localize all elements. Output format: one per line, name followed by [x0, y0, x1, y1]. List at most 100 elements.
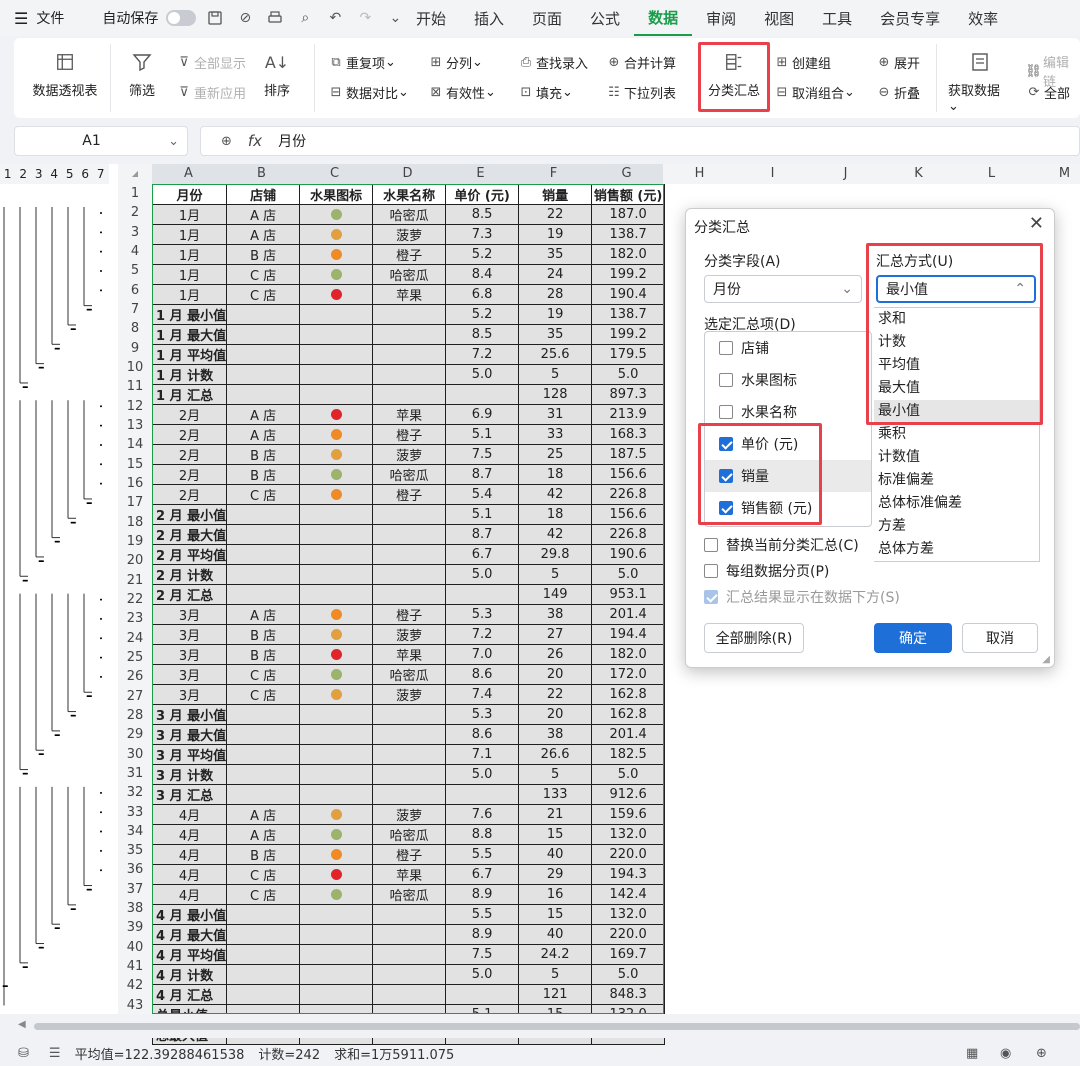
tab-6[interactable]: 视图 — [750, 0, 808, 36]
table-cell[interactable] — [299, 584, 374, 605]
table-cell[interactable]: 4 月 最大值 — [151, 924, 228, 945]
table-cell[interactable]: C 店 — [226, 664, 301, 685]
file-menu[interactable]: 文件 — [36, 8, 64, 28]
table-cell[interactable]: 4月 — [151, 804, 228, 825]
table-cell[interactable] — [299, 764, 374, 785]
table-cell[interactable]: 7.1 — [445, 744, 520, 765]
table-cell[interactable]: 29 — [518, 864, 593, 885]
row-header[interactable]: 17 — [118, 493, 152, 513]
table-cell[interactable] — [372, 344, 447, 365]
tab-9[interactable]: 效率 — [954, 0, 1012, 36]
sort-button[interactable]: A↓ 排序 — [260, 52, 294, 100]
split-button[interactable]: ⊞ 分列 ⌄ — [426, 52, 483, 72]
collapse-button[interactable]: ⊖ 折叠 — [874, 82, 920, 102]
item-option[interactable]: 店铺 — [705, 332, 871, 364]
fruit-icon-cell[interactable] — [299, 444, 374, 465]
table-cell[interactable]: 201.4 — [591, 604, 666, 625]
table-cell[interactable] — [299, 904, 374, 925]
table-cell[interactable]: B 店 — [226, 444, 301, 465]
table-cell[interactable]: 6.8 — [445, 284, 520, 305]
table-cell[interactable]: 18 — [518, 464, 593, 485]
table-cell[interactable]: 194.4 — [591, 624, 666, 645]
col-header-E[interactable]: E — [444, 164, 517, 184]
header-cell[interactable]: 销售额 (元) — [591, 184, 666, 205]
table-cell[interactable]: A 店 — [226, 804, 301, 825]
row-header[interactable]: 34 — [118, 821, 152, 842]
method-option[interactable]: 总体标准偏差 — [874, 492, 1039, 515]
table-cell[interactable]: 42 — [518, 484, 593, 505]
row-header[interactable]: 31 — [118, 763, 152, 784]
horizontal-scrollbar[interactable]: ◀ — [0, 1014, 1080, 1038]
menu-icon[interactable]: ☰ — [14, 9, 28, 28]
table-cell[interactable] — [299, 784, 374, 805]
table-cell[interactable]: 8.5 — [445, 204, 520, 225]
table-cell[interactable]: 18 — [518, 504, 593, 525]
table-cell[interactable] — [372, 924, 447, 945]
table-cell[interactable] — [226, 944, 301, 965]
table-cell[interactable]: 菠萝 — [372, 804, 447, 825]
table-cell[interactable]: 25 — [518, 444, 593, 465]
row-header[interactable]: 32 — [118, 783, 152, 803]
table-cell[interactable]: 4 月 计数 — [151, 964, 228, 985]
col-header-I[interactable]: I — [736, 164, 809, 184]
table-cell[interactable] — [299, 964, 374, 985]
table-cell[interactable]: 7.4 — [445, 684, 520, 705]
table-cell[interactable]: 22 — [518, 684, 593, 705]
table-cell[interactable]: 15 — [518, 824, 593, 845]
delete-all-button[interactable]: 全部删除(R) — [704, 623, 804, 653]
header-cell[interactable]: 水果图标 — [299, 184, 374, 205]
table-cell[interactable]: 菠萝 — [372, 684, 447, 705]
scroll-left-icon[interactable]: ◀ — [18, 1019, 26, 1030]
table-cell[interactable] — [226, 364, 301, 385]
row-header[interactable]: 38 — [118, 899, 152, 919]
table-cell[interactable]: 16 — [518, 884, 593, 905]
table-cell[interactable]: 128 — [518, 384, 593, 405]
table-cell[interactable]: 7.5 — [445, 944, 520, 965]
table-cell[interactable]: A 店 — [226, 224, 301, 245]
table-cell[interactable] — [299, 704, 374, 725]
table-cell[interactable]: 162.8 — [591, 684, 666, 705]
fruit-icon-cell[interactable] — [299, 424, 374, 445]
header-cell[interactable]: 水果名称 — [372, 184, 447, 205]
table-cell[interactable]: 苹果 — [372, 864, 447, 885]
table-cell[interactable]: 4月 — [151, 824, 228, 845]
table-cell[interactable]: 菠萝 — [372, 444, 447, 465]
zoom-icon[interactable]: ⊕ — [201, 134, 242, 149]
table-cell[interactable] — [226, 984, 301, 1005]
table-cell[interactable] — [226, 544, 301, 565]
table-cell[interactable]: 29.8 — [518, 544, 593, 565]
table-cell[interactable] — [226, 344, 301, 365]
page-break-option[interactable]: 每组数据分页(P) — [704, 561, 829, 581]
tab-3[interactable]: 公式 — [576, 0, 634, 36]
table-cell[interactable]: 169.7 — [591, 944, 666, 965]
row-header[interactable]: 37 — [118, 879, 152, 900]
tab-7[interactable]: 工具 — [808, 0, 866, 36]
table-cell[interactable]: 24 — [518, 264, 593, 285]
row-header[interactable]: 13 — [118, 415, 152, 436]
table-cell[interactable]: 33 — [518, 424, 593, 445]
row-header[interactable]: 19 — [118, 531, 152, 552]
table-cell[interactable]: 190.4 — [591, 284, 666, 305]
table-cell[interactable]: B 店 — [226, 844, 301, 865]
table-cell[interactable]: 848.3 — [591, 984, 666, 1005]
row-header[interactable]: 20 — [118, 551, 152, 571]
table-cell[interactable]: 橙子 — [372, 484, 447, 505]
fruit-icon-cell[interactable] — [299, 224, 374, 245]
table-cell[interactable]: C 店 — [226, 284, 301, 305]
find-input-button[interactable]: ⎙ 查找录入 — [516, 52, 588, 72]
row-header[interactable]: 40 — [118, 937, 152, 958]
table-cell[interactable] — [226, 904, 301, 925]
table-cell[interactable]: 2 月 平均值 — [151, 544, 228, 565]
table-cell[interactable]: 哈密瓜 — [372, 464, 447, 485]
col-header-A[interactable]: A — [152, 164, 225, 184]
row-header[interactable]: 14 — [118, 435, 152, 455]
col-header-H[interactable]: H — [663, 164, 736, 184]
table-cell[interactable]: 1 月 最大值 — [151, 324, 228, 345]
method-option[interactable]: 总体方差 — [874, 538, 1039, 561]
row-header[interactable]: 41 — [118, 957, 152, 977]
row-header[interactable]: 23 — [118, 609, 152, 629]
table-cell[interactable] — [299, 384, 374, 405]
table-cell[interactable]: 40 — [518, 924, 593, 945]
table-cell[interactable]: 3 月 最大值 — [151, 724, 228, 745]
table-cell[interactable]: 162.8 — [591, 704, 666, 725]
